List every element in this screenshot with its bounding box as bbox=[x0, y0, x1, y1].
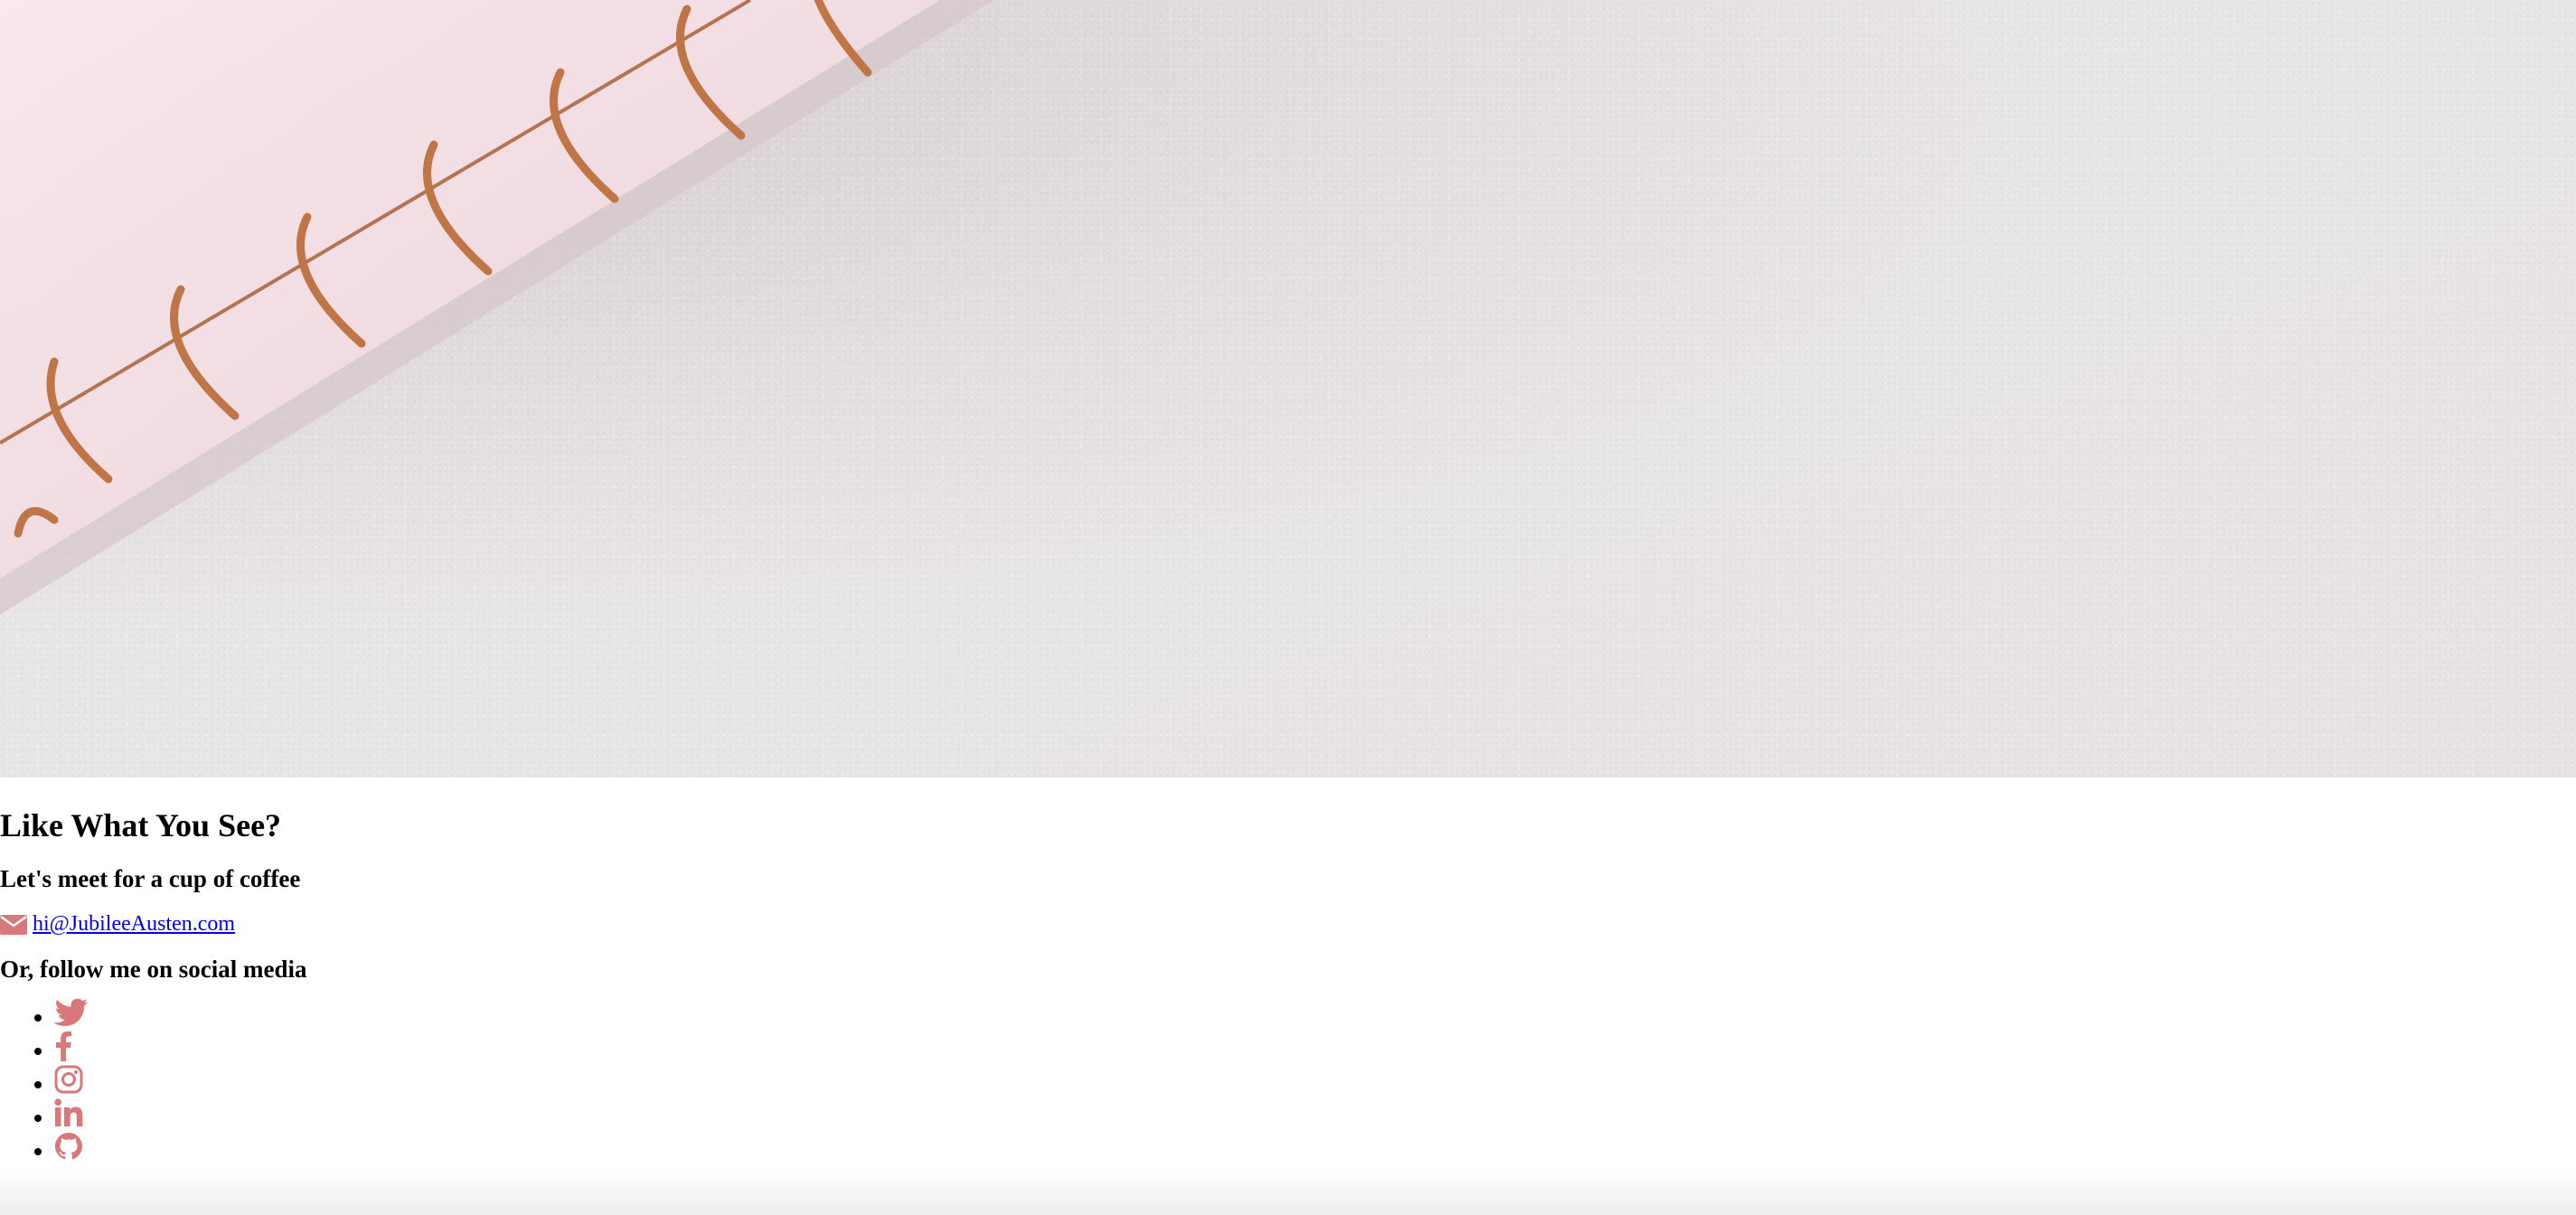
instagram-icon[interactable] bbox=[54, 1065, 83, 1094]
notebook-spiral-illustration bbox=[0, 0, 994, 615]
github-icon[interactable] bbox=[54, 1132, 83, 1161]
social-heading: Or, follow me on social media bbox=[0, 956, 307, 984]
email-row: hi@JubileeAusten.com bbox=[0, 912, 2576, 937]
social-item-twitter bbox=[34, 996, 2576, 1030]
contact-subheading: Let's meet for a cup of coffee bbox=[0, 864, 301, 892]
linkedin-icon[interactable] bbox=[54, 1098, 83, 1127]
facebook-icon[interactable] bbox=[54, 1031, 72, 1062]
bottom-fade bbox=[0, 1170, 2576, 1215]
contact-heading: Like What You See? bbox=[0, 807, 282, 843]
social-item-linkedin bbox=[34, 1097, 2576, 1130]
social-links-list bbox=[0, 996, 2576, 1163]
twitter-icon[interactable] bbox=[54, 998, 89, 1027]
email-link[interactable]: hi@JubileeAusten.com bbox=[33, 912, 235, 937]
social-item-instagram bbox=[34, 1063, 2576, 1097]
envelope-icon bbox=[0, 914, 27, 935]
social-item-github bbox=[34, 1130, 2576, 1163]
social-item-facebook bbox=[34, 1030, 2576, 1063]
contact-section: Like What You See? Let's meet for a cup … bbox=[0, 788, 2576, 1163]
hero-image bbox=[0, 0, 2576, 777]
